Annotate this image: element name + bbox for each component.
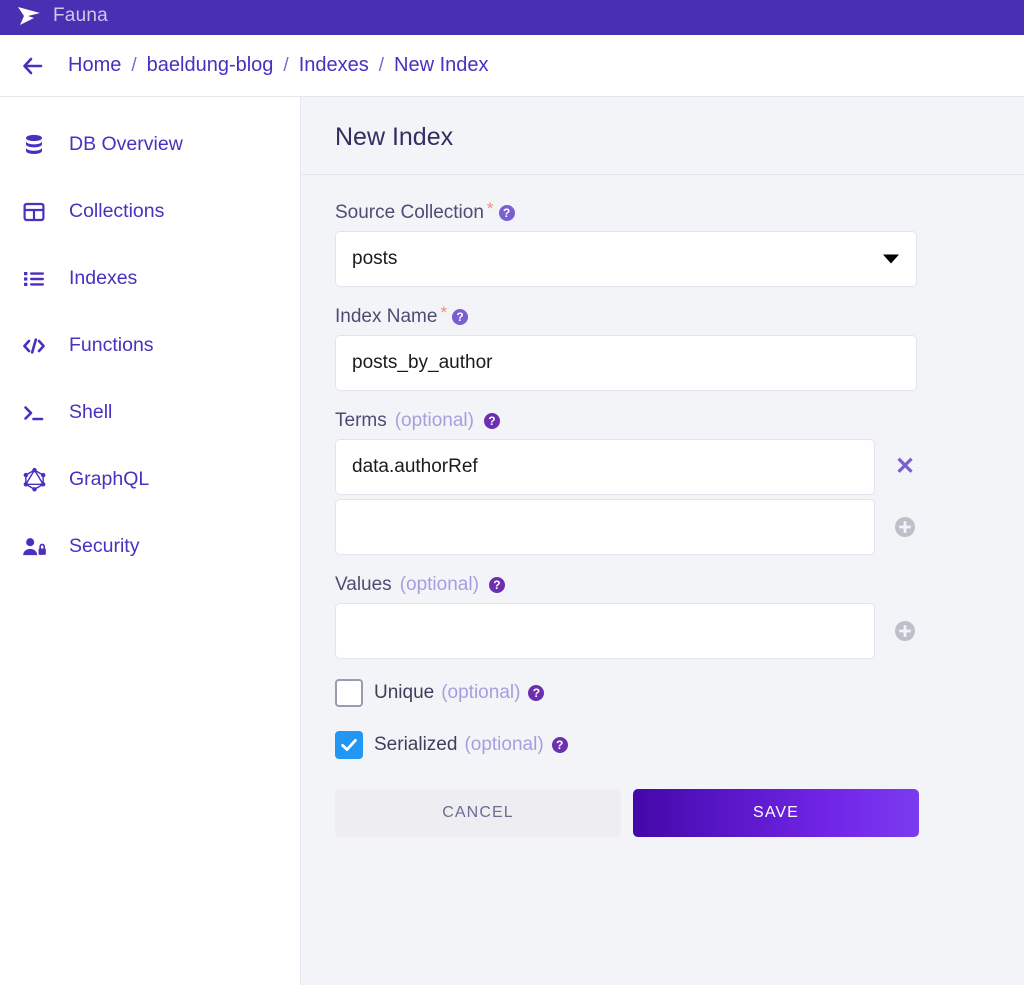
breadcrumb-separator: / [283, 55, 288, 77]
plus-circle-icon [894, 516, 916, 538]
add-term-button[interactable] [875, 516, 935, 538]
user-lock-icon [20, 533, 48, 561]
terms-row: ✕ [335, 439, 1024, 495]
unique-checkbox[interactable] [335, 679, 363, 707]
main-content: New Index Source Collection*? posts Inde… [301, 97, 1024, 985]
source-collection-label: Source Collection*? [335, 203, 1024, 222]
field-values: Values (optional) ? [335, 575, 1024, 659]
sidebar-item-shell[interactable]: Shell [0, 379, 300, 446]
terms-input-empty[interactable] [335, 499, 875, 555]
serialized-checkbox[interactable] [335, 731, 363, 759]
breadcrumb-bar: Home / baeldung-blog / Indexes / New Ind… [0, 35, 1024, 97]
help-circle-icon[interactable]: ? [552, 737, 568, 753]
fauna-dashboard: Fauna Home / baeldung-blog / Indexes / N… [0, 0, 1024, 985]
field-index-name: Index Name*? [335, 307, 1024, 391]
source-collection-select-wrap: posts [335, 231, 917, 287]
help-circle-icon[interactable]: ? [489, 577, 505, 593]
form-actions: CANCEL SAVE [335, 789, 1024, 837]
cancel-button[interactable]: CANCEL [335, 789, 621, 837]
new-index-form: Source Collection*? posts Index Name*? [301, 175, 1024, 837]
field-terms: Terms (optional) ? ✕ [335, 411, 1024, 555]
breadcrumb-item-current: New Index [394, 54, 489, 77]
unique-checkbox-row[interactable]: Unique (optional) ? [335, 679, 1024, 707]
values-input[interactable] [335, 603, 875, 659]
breadcrumb-item-home[interactable]: Home [68, 54, 121, 77]
sidebar-item-graphql[interactable]: GraphQL [0, 446, 300, 513]
help-circle-icon[interactable]: ? [499, 205, 515, 221]
optional-text: (optional) [441, 682, 520, 704]
sidebar-item-indexes[interactable]: Indexes [0, 245, 300, 312]
fauna-logo-icon [16, 5, 42, 27]
sidebar-item-label: Shell [69, 401, 112, 424]
required-asterisk: * [440, 304, 447, 321]
terminal-prompt-icon [20, 399, 48, 427]
terms-label: Terms (optional) ? [335, 411, 1024, 430]
code-brackets-icon [20, 332, 48, 360]
sidebar-item-label: Collections [69, 200, 164, 223]
label-text: Unique [374, 682, 434, 704]
close-x-icon: ✕ [895, 455, 915, 479]
terms-input[interactable] [335, 439, 875, 495]
checkmark-icon [339, 735, 359, 755]
add-value-button[interactable] [875, 620, 935, 642]
label-text: Serialized [374, 734, 457, 756]
help-circle-icon[interactable]: ? [484, 413, 500, 429]
required-asterisk: * [487, 200, 494, 217]
index-name-input[interactable] [335, 335, 917, 391]
breadcrumb-separator: / [131, 55, 136, 77]
remove-term-button[interactable]: ✕ [875, 455, 935, 479]
back-arrow-icon [21, 56, 45, 76]
sidebar-item-db-overview[interactable]: DB Overview [0, 111, 300, 178]
optional-text: (optional) [400, 575, 479, 594]
serialized-label: Serialized (optional) ? [374, 734, 568, 756]
brand-name: Fauna [53, 5, 108, 27]
back-button[interactable] [20, 53, 46, 79]
breadcrumb-item-database[interactable]: baeldung-blog [147, 54, 274, 77]
breadcrumb-item-indexes[interactable]: Indexes [299, 54, 369, 77]
breadcrumb: Home / baeldung-blog / Indexes / New Ind… [68, 54, 489, 77]
graphql-icon [20, 466, 48, 494]
save-button[interactable]: SAVE [633, 789, 919, 837]
unique-label: Unique (optional) ? [374, 682, 544, 704]
sidebar: DB Overview Collections [0, 97, 301, 985]
label-text: Terms [335, 411, 387, 430]
plus-circle-icon [894, 620, 916, 642]
values-row [335, 603, 1024, 659]
top-app-bar: Fauna [0, 0, 1024, 35]
sidebar-item-label: Security [69, 535, 139, 558]
sidebar-item-security[interactable]: Security [0, 513, 300, 580]
source-collection-select[interactable]: posts [335, 231, 917, 287]
sidebar-item-label: Indexes [69, 267, 137, 290]
breadcrumb-separator: / [379, 55, 384, 77]
sidebar-item-functions[interactable]: Functions [0, 312, 300, 379]
page-body: DB Overview Collections [0, 97, 1024, 985]
field-source-collection: Source Collection*? posts [335, 203, 1024, 287]
grid-table-icon [20, 198, 48, 226]
database-icon [20, 131, 48, 159]
help-circle-icon[interactable]: ? [528, 685, 544, 701]
label-text: Values [335, 575, 392, 594]
label-text: Source Collection [335, 203, 484, 222]
sidebar-item-label: GraphQL [69, 468, 149, 491]
terms-row [335, 499, 1024, 555]
page-title: New Index [301, 97, 1024, 175]
serialized-checkbox-row[interactable]: Serialized (optional) ? [335, 731, 1024, 759]
index-name-label: Index Name*? [335, 307, 1024, 326]
optional-text: (optional) [464, 734, 543, 756]
sidebar-item-collections[interactable]: Collections [0, 178, 300, 245]
help-circle-icon[interactable]: ? [452, 309, 468, 325]
optional-text: (optional) [395, 411, 474, 430]
sidebar-item-label: Functions [69, 334, 154, 357]
brand-logo[interactable]: Fauna [16, 5, 108, 27]
values-label: Values (optional) ? [335, 575, 1024, 594]
sidebar-item-label: DB Overview [69, 133, 183, 156]
list-icon [20, 265, 48, 293]
label-text: Index Name [335, 307, 437, 326]
